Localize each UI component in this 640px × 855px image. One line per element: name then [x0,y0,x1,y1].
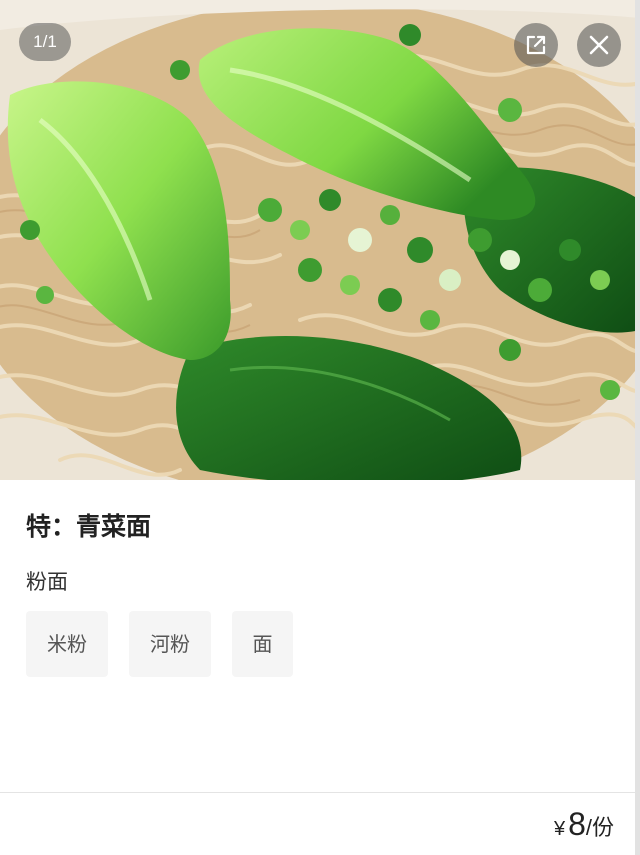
close-button[interactable] [577,23,621,67]
image-page-indicator: 1/1 [19,23,71,61]
window-edge [635,0,640,855]
option-rice-noodle[interactable]: 米粉 [26,611,108,677]
dish-title: 特：青菜面 [26,512,152,541]
open-external-icon [526,35,546,55]
dish-detail-modal: 1/1 特：青菜面 粉面 米粉 河粉 面 ¥8/份 [0,0,640,855]
share-button[interactable] [514,23,558,67]
option-wheat-noodle[interactable]: 面 [232,611,293,677]
option-flat-rice-noodle[interactable]: 河粉 [129,611,211,677]
price-label: ¥8/份 [554,806,614,850]
close-icon [589,35,609,55]
footer-divider [0,792,640,793]
price-amount: 8 [568,806,586,842]
price-unit: /份 [585,815,614,840]
dish-photo: 1/1 [0,0,640,480]
option-group-label: 粉面 [26,570,68,594]
noodle-bowl-illustration [0,0,640,480]
price-currency: ¥ [553,818,566,840]
